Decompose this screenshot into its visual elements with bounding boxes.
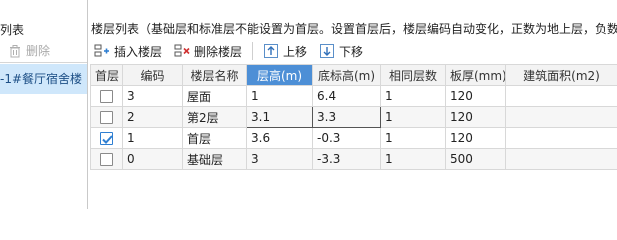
first-floor-cell[interactable] xyxy=(90,148,123,170)
move-down-label: 下移 xyxy=(339,44,364,59)
floor-name-cell[interactable]: 屋面 xyxy=(182,85,247,107)
code-cell[interactable]: 2 xyxy=(122,106,183,128)
first-floor-checkbox[interactable] xyxy=(100,90,113,103)
arrow-down-icon xyxy=(319,43,335,59)
building-area-cell[interactable] xyxy=(505,106,617,128)
divider xyxy=(0,62,87,63)
trash-icon xyxy=(8,44,22,58)
floor-name-cell[interactable]: 第2层 xyxy=(182,106,247,128)
col-header-floor-name[interactable]: 楼层名称 xyxy=(182,64,247,86)
same-floors-cell[interactable]: 1 xyxy=(380,106,446,128)
floor-toolbar: 插入楼层 删除楼层 上移 下移 xyxy=(88,38,617,64)
slab-thickness-cell[interactable]: 120 xyxy=(445,127,506,149)
code-cell[interactable]: 3 xyxy=(122,85,183,107)
first-floor-checkbox[interactable] xyxy=(100,111,113,124)
delete-label: 删除 xyxy=(26,44,51,58)
building-area-cell[interactable] xyxy=(505,148,617,170)
same-floors-cell[interactable]: 1 xyxy=(380,127,446,149)
col-header-code[interactable]: 编码 xyxy=(122,64,183,86)
floor-list-title: 楼层列表（基础层和标准层不能设置为首层。设置首层后，楼层编码自动变化，正数为地上… xyxy=(91,22,617,36)
floor-name-cell[interactable]: 首层 xyxy=(182,127,247,149)
first-floor-checkbox[interactable] xyxy=(100,153,113,166)
bottom-elevation-cell[interactable]: -3.3 xyxy=(312,148,381,170)
bottom-elevation-cell[interactable]: 6.4 xyxy=(312,85,381,107)
move-up-label: 上移 xyxy=(283,44,308,59)
floor-height-cell[interactable]: 1 xyxy=(246,85,313,107)
floor-name-cell[interactable]: 基础层 xyxy=(182,148,247,170)
delete-floor-label: 删除楼层 xyxy=(194,44,243,59)
toolbar-divider xyxy=(252,42,254,60)
building-item[interactable]: -1#餐厅宿舍楼（ xyxy=(0,64,87,94)
grid-header-row: 首层 编码 楼层名称 层高(m) 底标高(m) 相同层数 板厚(mm) 建筑面积… xyxy=(90,64,617,86)
floor-grid: 首层 编码 楼层名称 层高(m) 底标高(m) 相同层数 板厚(mm) 建筑面积… xyxy=(90,64,617,170)
floor-tree-panel: 列表 删除 -1#餐厅宿舍楼（ xyxy=(0,0,88,209)
insert-floor-label: 插入楼层 xyxy=(114,44,163,59)
first-floor-cell[interactable] xyxy=(90,85,123,107)
building-area-cell[interactable] xyxy=(505,127,617,149)
delete-floor-button[interactable]: 删除楼层 xyxy=(168,39,248,63)
first-floor-checkbox[interactable] xyxy=(100,132,113,145)
table-row[interactable]: 2 第2层 3.1 3.3 1 120 xyxy=(90,106,617,128)
insert-floor-icon xyxy=(94,43,110,59)
move-down-button[interactable]: 下移 xyxy=(313,39,369,63)
bottom-elevation-cell[interactable]: 3.3 xyxy=(312,106,381,128)
col-header-building-area[interactable]: 建筑面积(m2) xyxy=(505,64,617,86)
first-floor-cell[interactable] xyxy=(90,106,123,128)
code-cell[interactable]: 1 xyxy=(122,127,183,149)
col-header-first-floor[interactable]: 首层 xyxy=(90,64,123,86)
slab-thickness-cell[interactable]: 120 xyxy=(445,85,506,107)
insert-floor-button[interactable]: 插入楼层 xyxy=(88,39,168,63)
floor-list-panel: 楼层列表（基础层和标准层不能设置为首层。设置首层后，楼层编码自动变化，正数为地上… xyxy=(88,0,617,209)
slab-thickness-cell[interactable]: 120 xyxy=(445,106,506,128)
panel-title: 列表 xyxy=(0,23,25,37)
bottom-elevation-cell[interactable]: -0.3 xyxy=(312,127,381,149)
move-up-button[interactable]: 上移 xyxy=(257,39,313,63)
delete-button[interactable]: 删除 xyxy=(8,42,50,59)
code-cell[interactable]: 0 xyxy=(122,148,183,170)
col-header-bottom-elevation[interactable]: 底标高(m) xyxy=(312,64,381,86)
same-floors-cell[interactable]: 1 xyxy=(380,85,446,107)
table-row[interactable]: 1 首层 3.6 -0.3 1 120 xyxy=(90,127,617,149)
first-floor-cell[interactable] xyxy=(90,127,123,149)
same-floors-cell[interactable]: 1 xyxy=(380,148,446,170)
col-header-floor-height[interactable]: 层高(m) xyxy=(246,64,313,86)
building-area-cell[interactable] xyxy=(505,85,617,107)
check-icon xyxy=(102,135,113,144)
table-row[interactable]: 3 屋面 1 6.4 1 120 xyxy=(90,85,617,107)
col-header-slab-thickness[interactable]: 板厚(mm) xyxy=(445,64,506,86)
slab-thickness-cell[interactable]: 500 xyxy=(445,148,506,170)
floor-height-cell[interactable]: 3.1 xyxy=(246,106,313,128)
col-header-same-floors[interactable]: 相同层数 xyxy=(380,64,446,86)
delete-floor-icon xyxy=(174,43,190,59)
arrow-up-icon xyxy=(263,43,279,59)
floor-height-cell[interactable]: 3 xyxy=(246,148,313,170)
table-row[interactable]: 0 基础层 3 -3.3 1 500 xyxy=(90,148,617,170)
floor-height-cell[interactable]: 3.6 xyxy=(246,127,313,149)
